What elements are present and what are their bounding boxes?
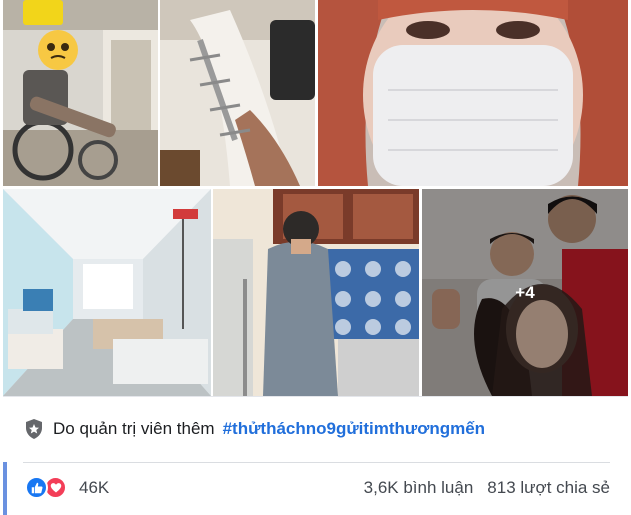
comments-count-link[interactable]: 3,6K bình luận [364,478,474,498]
hashtag-link[interactable]: #thửtháchno9gửitimthươngmến [223,419,485,439]
photo-tile-wheelchair[interactable] [3,0,158,186]
photo-grid: +4 [3,0,628,396]
more-photos-count: +4 [515,282,535,302]
stats-divider [23,462,610,463]
like-icon [25,476,48,499]
engagement-bar: 46K 3,6K bình luận 813 lượt chia sẻ [3,462,628,515]
hospital-ward-image [3,189,211,396]
admin-note: Do quản trị viên thêm #thửtháchno9gửitim… [23,418,485,440]
photo-tile-leg-fixator[interactable] [160,0,315,186]
admin-note-text: Do quản trị viên thêm [53,419,215,438]
photo-tile-kitchen[interactable] [213,189,419,396]
leg-fixator-image [160,0,315,186]
reactions-count: 46K [79,477,110,497]
masked-face-image [318,0,628,186]
more-photos-overlay[interactable]: +4 [422,189,628,396]
post-footer: Do quản trị viên thêm #thửtháchno9gửitim… [3,396,628,515]
wheelchair-image [3,0,158,186]
photo-tile-masked-face[interactable] [318,0,628,186]
accent-bar [3,462,7,515]
stats-links: 3,6K bình luận 813 lượt chia sẻ [364,478,610,498]
shares-count-link[interactable]: 813 lượt chia sẻ [487,478,610,498]
photo-tile-hospital-ward[interactable] [3,189,211,396]
photo-tile-family[interactable]: +4 [422,189,628,396]
reactions-summary[interactable]: 46K [25,476,109,499]
kitchen-image [213,189,419,396]
admin-shield-icon [26,419,42,439]
